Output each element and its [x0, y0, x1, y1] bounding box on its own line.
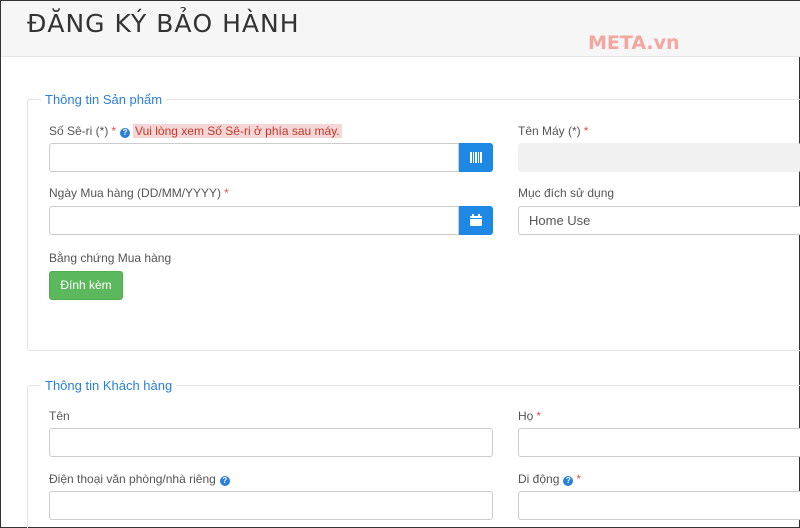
- required-mark: *: [111, 124, 117, 138]
- first-name-input[interactable]: [49, 428, 493, 457]
- help-icon[interactable]: ?: [563, 476, 574, 486]
- calendar-icon: [470, 214, 482, 226]
- purpose-label: Mục đích sử dụng: [518, 186, 615, 200]
- page-title: ĐĂNG KÝ BẢO HÀNH: [27, 9, 300, 38]
- model-name-label: Tên Máy (*) *: [518, 124, 589, 138]
- proof-label: Bằng chứng Mua hàng: [49, 251, 172, 265]
- purpose-select[interactable]: Home Use: [518, 206, 800, 235]
- help-icon[interactable]: ?: [219, 476, 230, 486]
- date-picker-button[interactable]: [459, 206, 493, 235]
- help-icon[interactable]: ?: [120, 128, 131, 138]
- last-name-label: Họ *: [518, 409, 542, 423]
- required-mark: *: [536, 409, 542, 423]
- purchase-date-label: Ngày Mua hàng (DD/MM/YYYY) *: [49, 186, 229, 200]
- page-header: ĐĂNG KÝ BẢO HÀNH META.vn: [1, 1, 800, 57]
- office-phone-input[interactable]: [49, 491, 493, 520]
- attach-button[interactable]: Đính kèm: [49, 271, 123, 300]
- mobile-label: Di động? *: [518, 472, 582, 486]
- purchase-date-input[interactable]: [49, 206, 459, 235]
- watermark-logo: META.vn: [588, 32, 680, 54]
- customer-info-legend: Thông tin Khách hàng: [41, 378, 177, 393]
- first-name-label: Tên: [49, 409, 70, 423]
- required-mark: *: [576, 472, 582, 486]
- model-name-input: [518, 143, 800, 172]
- required-mark: *: [224, 186, 229, 200]
- office-phone-label: Điện thoại văn phòng/nhà riêng?: [49, 472, 230, 486]
- barcode-icon: [470, 152, 482, 163]
- serial-label: Số Sê-ri (*) *? Vui lòng xem Số Sê-ri ở ph…: [49, 124, 342, 138]
- mobile-input[interactable]: [518, 491, 800, 520]
- serial-hint: Vui lòng xem Số Sê-ri ở phía sau máy.: [133, 124, 342, 138]
- barcode-scan-button[interactable]: [459, 143, 493, 172]
- last-name-input[interactable]: [518, 428, 800, 457]
- required-mark: *: [583, 124, 589, 138]
- product-info-legend: Thông tin Sản phẩm: [41, 92, 167, 107]
- serial-input[interactable]: [49, 143, 459, 172]
